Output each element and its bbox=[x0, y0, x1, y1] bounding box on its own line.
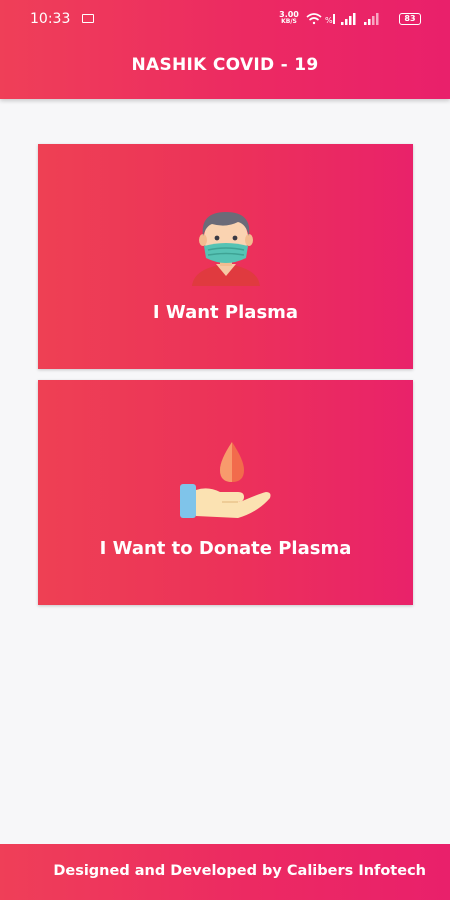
network-speed-unit: KB/S bbox=[281, 18, 297, 25]
footer: Designed and Developed by Calibers Infot… bbox=[0, 844, 450, 900]
wifi-icon bbox=[306, 13, 322, 25]
svg-text:%: % bbox=[325, 16, 333, 25]
masked-person-icon bbox=[191, 212, 260, 286]
volte-icon: % bbox=[325, 14, 335, 25]
blood-donation-hand-icon bbox=[179, 442, 270, 518]
battery-level: 83 bbox=[404, 14, 416, 23]
network-speed-value: 3.00 bbox=[279, 10, 299, 19]
donate-plasma-button[interactable]: I Want to Donate Plasma bbox=[38, 380, 413, 605]
donate-plasma-label: I Want to Donate Plasma bbox=[99, 538, 352, 559]
page-title: NASHIK COVID - 19 bbox=[131, 55, 319, 75]
footer-credits: Designed and Developed by Calibers Infot… bbox=[53, 863, 426, 879]
app-bar: 10:33 3.00 KB/S % 83 NASHIK COVID - 19 bbox=[0, 0, 450, 99]
status-time: 10:33 bbox=[30, 11, 71, 27]
battery-icon: 83 bbox=[399, 13, 421, 25]
want-plasma-button[interactable]: I Want Plasma bbox=[38, 144, 413, 369]
signal-icon bbox=[341, 13, 356, 25]
network-speed: 3.00 KB/S bbox=[278, 10, 300, 26]
signal-icon bbox=[364, 13, 379, 25]
status-bar: 10:33 3.00 KB/S % 83 bbox=[0, 0, 450, 36]
want-plasma-label: I Want Plasma bbox=[152, 302, 299, 323]
status-icons: % bbox=[306, 13, 379, 25]
screen-icon bbox=[82, 14, 94, 23]
